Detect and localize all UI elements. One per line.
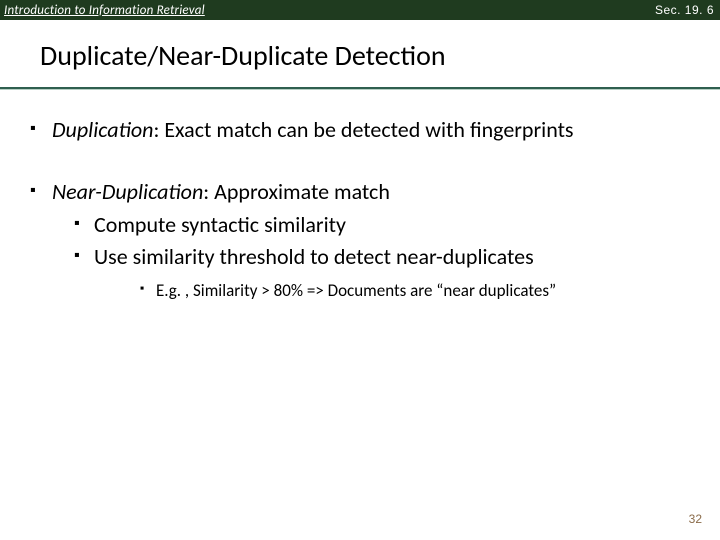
list-item: E.g. , Similarity > 80% => Documents are… <box>94 280 690 301</box>
sub-bullet-text: Use similarity threshold to detect near-… <box>94 243 534 270</box>
section-label: Sec. 19. 6 <box>655 3 714 17</box>
top-bar: Introduction to Information Retrieval Se… <box>0 0 720 20</box>
page-number: 32 <box>689 512 702 526</box>
slide-title: Duplicate/Near-Duplicate Detection <box>40 38 720 73</box>
bullet-list: Duplication: Exact match can be detected… <box>30 116 690 301</box>
title-area: Duplicate/Near-Duplicate Detection <box>0 20 720 73</box>
list-item: Compute syntactic similarity <box>52 211 690 239</box>
slide-body: Duplication: Exact match can be detected… <box>0 90 720 301</box>
sub-bullet-list: Compute syntactic similarity Use similar… <box>52 211 690 301</box>
slide: Introduction to Information Retrieval Se… <box>0 0 720 540</box>
bullet-text: : Approximate match <box>203 178 390 205</box>
list-item: Duplication: Exact match can be detected… <box>30 116 690 144</box>
bullet-lead: Duplication <box>52 116 153 143</box>
list-item: Near-Duplication: Approximate match Comp… <box>30 178 690 302</box>
list-item: Use similarity threshold to detect near-… <box>52 243 690 302</box>
subsub-bullet-text: E.g. , Similarity > 80% => Documents are… <box>156 280 556 301</box>
bullet-text: : Exact match can be detected with finge… <box>153 116 573 143</box>
course-title: Introduction to Information Retrieval <box>4 3 205 18</box>
subsub-bullet-list: E.g. , Similarity > 80% => Documents are… <box>94 280 690 301</box>
bullet-lead: Near-Duplication <box>52 178 203 205</box>
sub-bullet-text: Compute syntactic similarity <box>94 211 346 238</box>
